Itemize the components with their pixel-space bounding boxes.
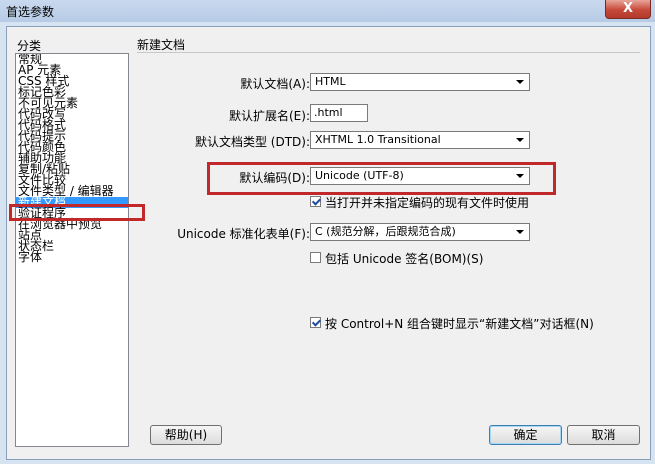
show-dialog-label: 按 Control+N 组合键时显示“新建文档”对话框(N)	[325, 317, 594, 331]
title-bar: 首选参数 X	[0, 0, 655, 22]
window-title: 首选参数	[6, 5, 55, 19]
default-document-label: 默认文档(A):	[240, 77, 310, 91]
unicode-form-select[interactable]: C (规范分解，后跟规范合成)	[310, 223, 530, 241]
default-doctype-value: XHTML 1.0 Transitional	[315, 133, 441, 146]
show-dialog-checkbox[interactable]	[310, 317, 321, 328]
close-icon: X	[622, 1, 634, 16]
help-button[interactable]: 帮助(H)	[150, 425, 222, 445]
cancel-button[interactable]: 取消	[567, 425, 640, 445]
default-doctype-label: 默认文档类型 (DTD):	[194, 135, 310, 149]
include-bom-label: 包括 Unicode 签名(BOM)(S)	[325, 252, 484, 266]
default-extension-label: 默认扩展名(E):	[229, 109, 310, 123]
section-divider	[137, 52, 640, 53]
chevron-down-icon	[516, 174, 524, 178]
default-encoding-value: Unicode (UTF-8)	[315, 169, 404, 182]
chevron-down-icon	[516, 230, 524, 234]
unicode-form-value: C (规范分解，后跟规范合成)	[315, 225, 456, 238]
category-item[interactable]: 字体	[16, 251, 128, 263]
use-when-opening-label: 当打开并未指定编码的现有文件时使用	[325, 196, 530, 210]
chevron-down-icon	[516, 80, 524, 84]
default-document-value: HTML	[315, 75, 346, 88]
use-when-opening-checkbox[interactable]	[310, 196, 321, 207]
ok-button[interactable]: 确定	[489, 425, 562, 445]
default-encoding-select[interactable]: Unicode (UTF-8)	[310, 167, 530, 185]
unicode-form-label: Unicode 标准化表单(F):	[177, 227, 310, 241]
close-button[interactable]: X	[605, 0, 651, 19]
default-extension-value: .html	[314, 106, 343, 119]
include-bom-checkbox[interactable]	[310, 252, 321, 263]
default-extension-input[interactable]: .html	[310, 104, 368, 122]
default-doctype-select[interactable]: XHTML 1.0 Transitional	[310, 131, 530, 149]
dialog-body: 分类 常规 AP 元素 CSS 样式 标记色彩 不可见元素 代码改写 代码格式 代码提示 代码颜…	[6, 26, 651, 460]
category-heading: 分类	[17, 39, 42, 53]
default-encoding-label: 默认编码(D):	[239, 171, 310, 185]
category-list[interactable]: 常规 AP 元素 CSS 样式 标记色彩 不可见元素 代码改写 代码格式 代码提示 代码颜色 辅助…	[15, 53, 129, 447]
section-title: 新建文档	[137, 38, 186, 52]
default-document-select[interactable]: HTML	[310, 73, 530, 91]
chevron-down-icon	[516, 138, 524, 142]
